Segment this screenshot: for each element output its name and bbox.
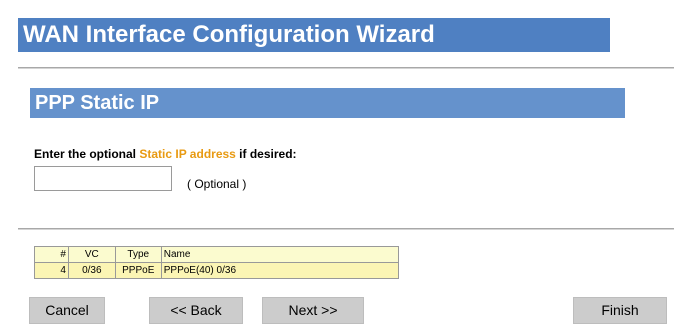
wizard-title: WAN Interface Configuration Wizard bbox=[18, 18, 610, 52]
name-column-header: Name bbox=[160, 246, 400, 263]
table-header-row: # VC Type Name bbox=[34, 246, 400, 263]
back-button[interactable]: << Back bbox=[149, 297, 243, 324]
number-column-header: # bbox=[34, 246, 69, 263]
optional-note: ( Optional ) bbox=[187, 177, 247, 191]
instruction-prefix: Enter the optional bbox=[34, 147, 140, 161]
bottom-divider bbox=[18, 228, 674, 230]
cancel-button[interactable]: Cancel bbox=[29, 297, 105, 324]
type-column-header: Type bbox=[114, 246, 162, 263]
row-type-cell: PPPoE bbox=[114, 262, 162, 279]
finish-button[interactable]: Finish bbox=[573, 297, 667, 324]
vc-column-header: VC bbox=[67, 246, 116, 263]
static-ip-instruction: Enter the optional Static IP address if … bbox=[34, 147, 297, 161]
row-vc-cell: 0/36 bbox=[67, 262, 116, 279]
wizard-page: WAN Interface Configuration Wizard PPP S… bbox=[0, 0, 679, 334]
instruction-highlight: Static IP address bbox=[139, 147, 236, 161]
top-divider bbox=[18, 67, 674, 69]
instruction-suffix: if desired: bbox=[235, 147, 297, 161]
row-number-cell: 4 bbox=[34, 262, 69, 279]
next-button[interactable]: Next >> bbox=[262, 297, 364, 324]
static-ip-input[interactable] bbox=[34, 166, 172, 191]
row-name-cell: PPPoE(40) 0/36 bbox=[160, 262, 400, 279]
section-title: PPP Static IP bbox=[30, 88, 625, 118]
vc-summary-table: # VC Type Name 4 0/36 PPPoE PPPoE(40) 0/… bbox=[34, 246, 400, 279]
table-row: 4 0/36 PPPoE PPPoE(40) 0/36 bbox=[34, 262, 400, 279]
